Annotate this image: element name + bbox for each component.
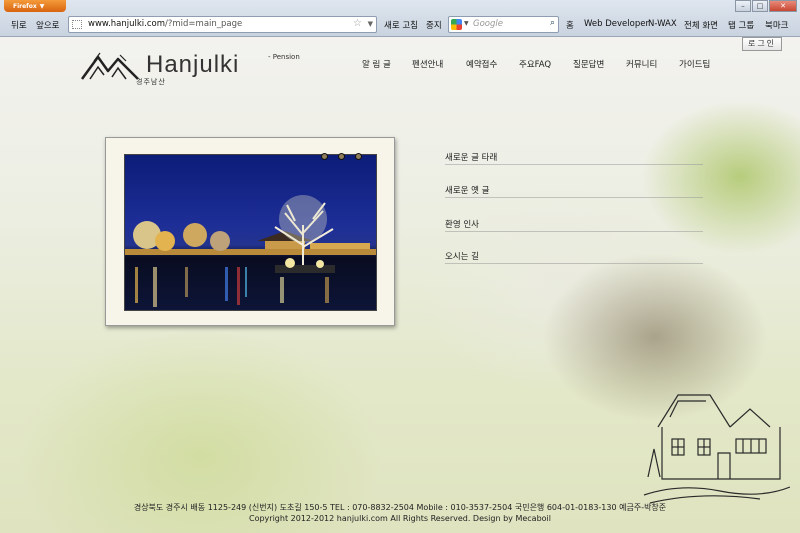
engine-dropdown-icon[interactable]: ▼ [464,20,469,27]
night-scene-illustration [125,195,376,307]
site-logo[interactable]: Hanjulki - Pension 경주남산 [80,49,310,89]
nav-community[interactable]: 커뮤니티 [626,58,657,70]
google-engine-icon[interactable] [451,19,462,30]
logo-korean: 경주남산 [136,78,166,86]
nav-qna[interactable]: 질문답변 [573,58,604,70]
minimize-icon[interactable]: – [735,0,751,12]
home-button[interactable]: 홈 [566,19,574,31]
url-domain: www.hanjulki.com [88,19,166,29]
search-icon[interactable]: ⌕ [550,18,555,28]
back-button[interactable]: 뒤로 [11,19,27,31]
footer-contact: 경상북도 경주시 배동 1125-249 (신번지) 도초길 150-5 TEL… [133,503,667,512]
slide-dot-3[interactable] [355,153,362,160]
mountain-logo-icon [80,52,139,80]
nav-pension-info[interactable]: 펜션안내 [412,58,443,70]
n-wax-button[interactable]: N-WAX [648,19,677,29]
post-link-1[interactable]: 새로운 글 타래 [445,151,703,165]
reload-button[interactable]: 새로 고침 [384,19,418,31]
post-title: 환영 인사 [445,220,479,230]
tab-groups-button[interactable]: 탭 그룹 [728,19,754,31]
login-button[interactable]: 로그인 [742,37,782,51]
search-bar[interactable]: ▼ Google ⌕ [448,16,559,33]
firefox-button-label: Firefox [13,3,37,10]
nav-faq[interactable]: 주요FAQ [519,58,551,70]
photo-slideshow [105,137,395,326]
url-path: /?mid=main_page [165,19,243,29]
logo-name: Hanjulki [146,51,240,78]
bookmark-star-icon[interactable]: ☆ [353,18,362,29]
bookmarks-button[interactable]: 북마크 [765,19,788,31]
post-link-4[interactable]: 오시는 길 [445,250,703,264]
nav-notice[interactable]: 알 림 글 [362,58,391,70]
search-placeholder: Google [473,19,503,29]
url-bar[interactable]: www.hanjulki.com/?mid=main_page ☆ ▼ [68,16,377,33]
slide-dot-2[interactable] [338,153,345,160]
post-title: 새로운 글 타래 [445,153,498,163]
window-controls: – □ ✕ [734,0,797,12]
nav-guide-tips[interactable]: 가이드팁 [679,58,710,70]
house-sketch-icon [643,394,790,504]
web-developer-button[interactable]: Web Developer [584,19,649,29]
history-dropdown-icon[interactable]: ▼ [368,20,373,28]
url-text: www.hanjulki.com/?mid=main_page [88,19,242,29]
footer-copyright: Copyright 2012-2012 hanjulki.com All Rig… [249,514,551,523]
firefox-menu-button[interactable]: Firefox ▼ [4,0,66,12]
slide-dot-1[interactable] [321,153,328,160]
maximize-icon[interactable]: □ [752,0,768,12]
site-identity-icon[interactable] [72,20,82,29]
fullscreen-button[interactable]: 전체 화면 [684,19,718,31]
browser-toolbar: Firefox ▼ – □ ✕ 뒤로 앞으로 www.hanjulki.com/?… [0,0,800,37]
night-lake-photo [124,154,377,311]
close-icon[interactable]: ✕ [769,0,797,12]
post-title: 새로운 옛 글 [445,186,490,196]
page-content: Hanjulki - Pension 경주남산 로그인 알 림 글 펜션안내 예… [0,37,800,533]
post-link-3[interactable]: 환영 인사 [445,218,703,232]
post-link-2[interactable]: 새로운 옛 글 [445,184,703,198]
nav-reservation[interactable]: 예약접수 [466,58,497,70]
stop-button[interactable]: 중지 [426,19,442,31]
post-title: 오시는 길 [445,252,479,262]
chevron-down-icon: ▼ [39,3,45,10]
forward-button[interactable]: 앞으로 [36,19,59,31]
logo-subtitle: - Pension [268,53,300,61]
